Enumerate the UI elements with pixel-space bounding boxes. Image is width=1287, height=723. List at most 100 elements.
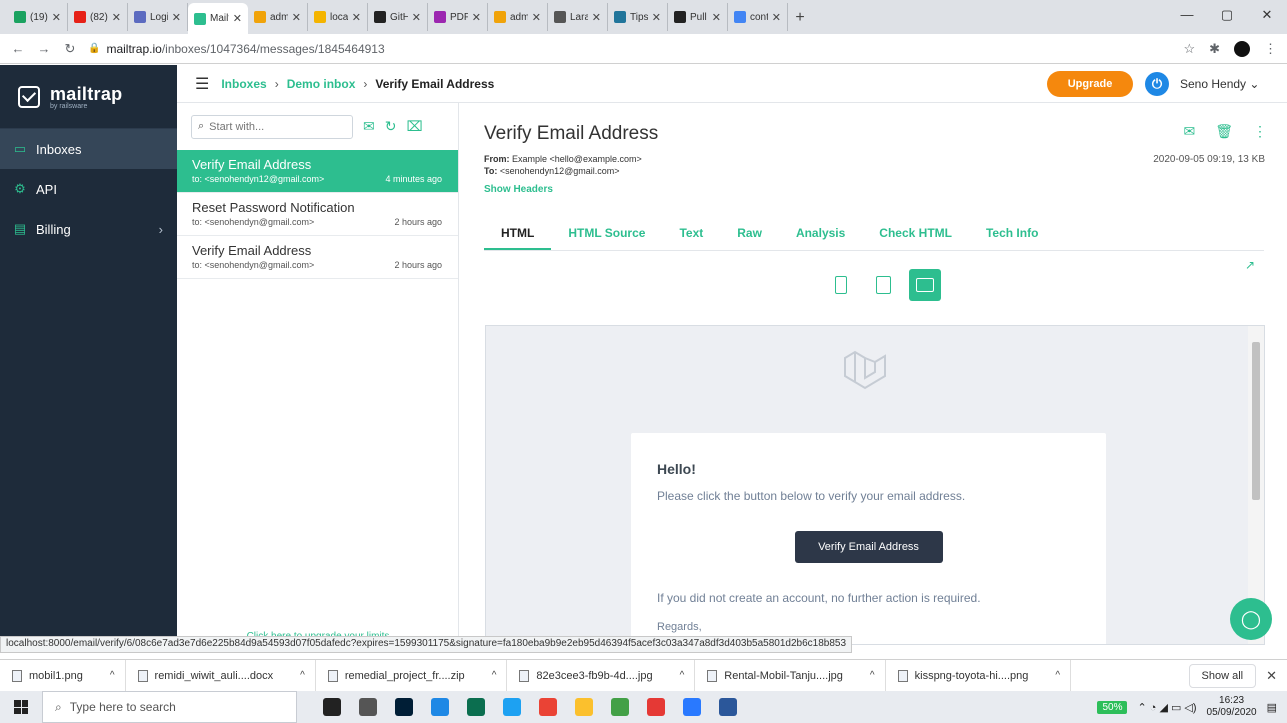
browser-tab[interactable]: GitHub ✕ [368,3,428,31]
scrollbar-thumb[interactable] [1252,342,1260,500]
forward-email-icon[interactable]: ✉ [1183,123,1195,140]
taskbar-app-icon[interactable] [677,694,707,720]
reload-icon[interactable]: ↻ [62,41,78,57]
back-icon[interactable]: ← [10,41,26,56]
url-field[interactable]: 🔒 mailtrap.io/inboxes/1047364/messages/1… [88,37,1173,61]
breadcrumb-inboxes[interactable]: Inboxes [221,77,266,91]
more-vertical-icon[interactable]: ⋮ [1253,123,1267,140]
tab-close-icon[interactable]: ✕ [412,11,421,24]
tab-close-icon[interactable]: ✕ [292,11,301,24]
browser-tab[interactable]: admin ✕ [488,3,548,31]
taskbar-app-icon[interactable] [389,694,419,720]
taskbar-app-icon[interactable] [713,694,743,720]
search-input[interactable] [209,120,340,133]
browser-tab[interactable]: Mailtra ✕ [188,3,248,34]
tab-close-icon[interactable]: ✕ [352,11,361,24]
tab-html[interactable]: HTML [484,215,552,250]
taskbar-app-icon[interactable] [569,694,599,720]
download-item[interactable]: 82e3cee3-fb9b-4d....jpg ^ [507,659,696,692]
tab-check-html[interactable]: Check HTML [862,215,969,250]
taskbar-app-icon[interactable] [425,694,455,720]
chevron-up-icon[interactable]: ^ [110,670,115,681]
trash-icon[interactable]: 🗑 [1215,123,1233,140]
taskbar-app-icon[interactable] [461,694,491,720]
verify-email-button[interactable]: Verify Email Address [794,531,943,563]
chevron-up-icon[interactable]: ^ [1055,670,1060,681]
user-menu[interactable]: Seno Hendy ⌄ [1180,77,1259,91]
tab-text[interactable]: Text [662,215,720,250]
chevron-up-icon[interactable]: ^ [492,670,497,681]
browser-tab[interactable]: Laravel ✕ [548,3,608,31]
browser-menu-icon[interactable]: ⋮ [1264,41,1277,57]
battery-indicator[interactable]: 50% [1097,700,1128,714]
tablet-view-button[interactable] [867,269,899,301]
list-item[interactable]: Reset Password Notification to: <senohen… [177,193,458,236]
tab-raw[interactable]: Raw [720,215,779,250]
browser-tab[interactable]: localho ✕ [308,3,368,31]
taskbar-app-icon[interactable] [605,694,635,720]
tab-close-icon[interactable]: ✕ [652,11,661,24]
close-downloads-icon[interactable]: ✕ [1266,668,1277,684]
hamburger-menu-icon[interactable]: ☰ [195,74,209,94]
notifications-icon[interactable]: ▤ [1267,701,1277,714]
download-item[interactable]: remedial_project_fr....zip ^ [316,659,508,692]
browser-tab[interactable]: PDF to ✕ [428,3,488,31]
taskbar-app-icon[interactable] [317,694,347,720]
tab-close-icon[interactable]: ✕ [712,11,721,24]
taskbar-app-icon[interactable] [353,694,383,720]
browser-tab[interactable]: Pull Re ✕ [668,3,728,31]
tab-close-icon[interactable]: ✕ [772,11,781,24]
download-item[interactable]: mobil1.png ^ [0,659,126,692]
maximize-icon[interactable]: ▢ [1207,0,1247,30]
show-all-downloads-button[interactable]: Show all [1188,663,1257,688]
mobile-view-button[interactable] [825,269,857,301]
mark-read-icon[interactable]: ✉ [363,118,375,135]
sidebar-item-api[interactable]: ⚙ API [0,169,177,209]
taskbar-app-icon[interactable] [497,694,527,720]
show-headers-link[interactable]: Show Headers [484,184,553,195]
sidebar-item-billing[interactable]: ▤ Billing › [0,209,177,249]
tab-close-icon[interactable]: ✕ [52,11,61,24]
browser-tab[interactable]: Tips-tr ✕ [608,3,668,31]
tab-tech-info[interactable]: Tech Info [969,215,1055,250]
network-icon[interactable]: ⌃ ◔ ◢ ▭ ◁) [1137,701,1196,714]
forward-icon[interactable]: → [36,41,52,56]
minimize-icon[interactable]: — [1167,0,1207,30]
power-icon[interactable]: ⏻ [1145,72,1169,96]
tab-html-source[interactable]: HTML Source [551,215,662,250]
taskbar-app-icon[interactable] [533,694,563,720]
browser-tab[interactable]: contac ✕ [728,3,788,31]
close-window-icon[interactable]: ✕ [1247,0,1287,30]
tab-close-icon[interactable]: ✕ [472,11,481,24]
tab-close-icon[interactable]: ✕ [592,11,601,24]
tab-close-icon[interactable]: ✕ [532,11,541,24]
taskbar-app-icon[interactable] [641,694,671,720]
download-item[interactable]: Rental-Mobil-Tanju....jpg ^ [695,659,886,692]
browser-tab[interactable]: admin ✕ [248,3,308,31]
clear-inbox-icon[interactable]: ⌧ [406,118,422,135]
browser-tab[interactable]: Login ✕ [128,3,188,31]
bookmark-star-icon[interactable]: ☆ [1183,41,1195,57]
chevron-up-icon[interactable]: ^ [300,670,305,681]
support-chat-icon[interactable]: ◯ [1230,598,1272,640]
desktop-view-button[interactable] [909,269,941,301]
tab-close-icon[interactable]: ✕ [112,11,121,24]
tab-analysis[interactable]: Analysis [779,215,862,250]
download-item[interactable]: remidi_wiwit_auli....docx ^ [126,659,316,692]
browser-tab[interactable]: (82) La ✕ [68,3,128,31]
sidebar-item-inboxes[interactable]: ▭ Inboxes [0,129,177,169]
refresh-icon[interactable]: ↻ [385,118,397,135]
profile-avatar[interactable] [1234,40,1250,57]
upgrade-button[interactable]: Upgrade [1047,71,1133,97]
chevron-up-icon[interactable]: ^ [680,670,685,681]
list-item[interactable]: Verify Email Address to: <senohendyn@gma… [177,236,458,279]
list-item[interactable]: Verify Email Address to: <senohendyn12@g… [177,150,458,193]
extensions-icon[interactable]: ✱ [1209,41,1220,57]
tab-close-icon[interactable]: ✕ [172,11,181,24]
tab-close-icon[interactable]: ✕ [233,12,242,25]
new-tab-button[interactable]: + [788,9,812,27]
breadcrumb-demo-inbox[interactable]: Demo inbox [287,77,356,91]
taskbar-search[interactable]: ⌕ Type here to search [42,691,297,723]
browser-tab[interactable]: (19) W ✕ [8,3,68,31]
chevron-up-icon[interactable]: ^ [870,670,875,681]
